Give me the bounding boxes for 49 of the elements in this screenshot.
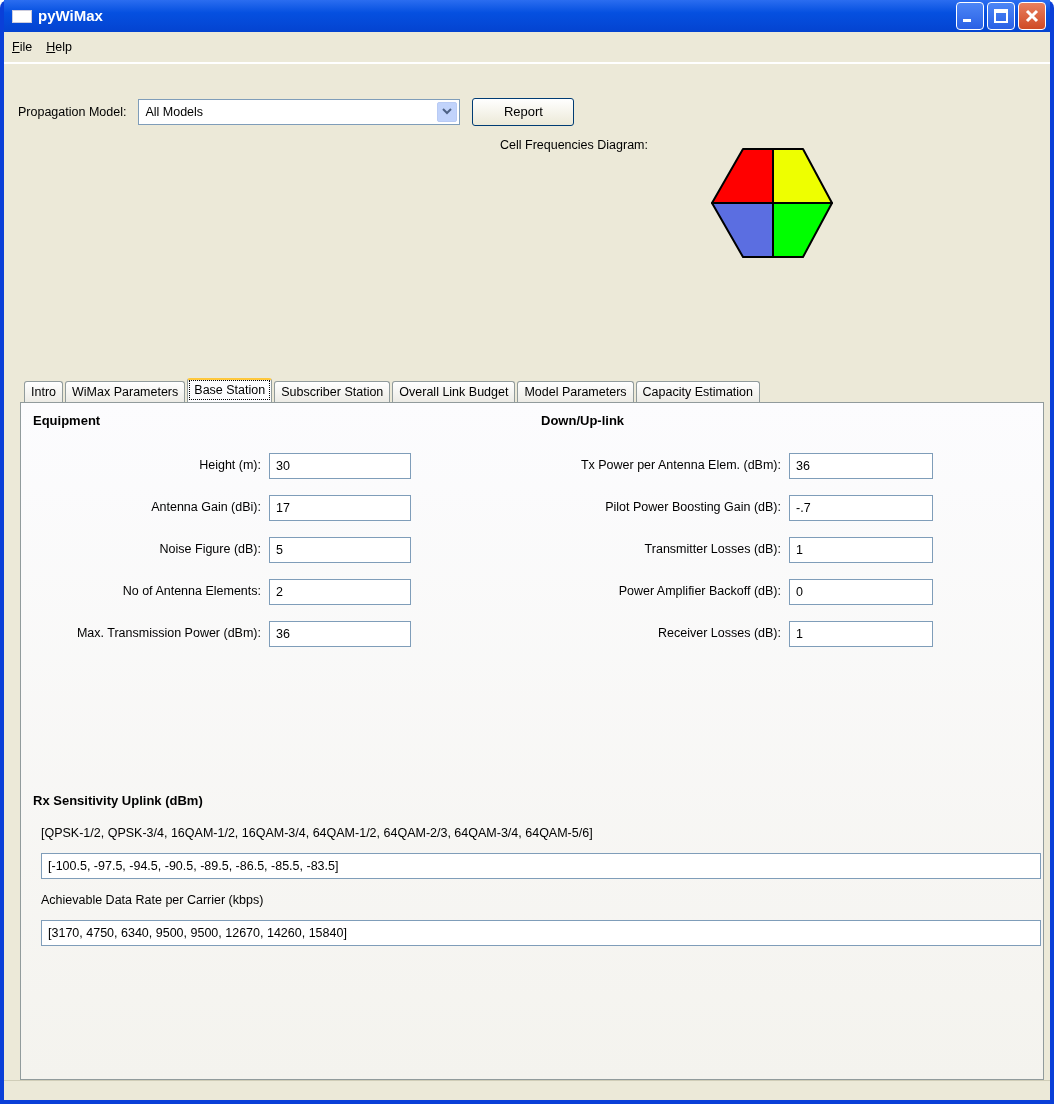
tab[interactable]: Intro [24, 381, 63, 402]
input-field[interactable]: 0 [789, 578, 933, 605]
field-label: Noise Figure (dB): [158, 541, 262, 559]
menu-item[interactable]: Help [46, 37, 72, 57]
section-heading: Down/Up-link [541, 412, 626, 430]
input-field[interactable]: 1 [789, 536, 933, 563]
tab[interactable]: WiMax Parameters [65, 381, 186, 402]
tab[interactable]: Capacity Estimation [635, 381, 760, 402]
modulation-list: [QPSK-1/2, QPSK-3/4, 16QAM-1/2, 16QAM-3/4, 64QAM-1/2, 64QAM-2/3, 64QAM-3/4, 64QAM-5/6] [41, 824, 1029, 843]
input-field[interactable]: 36 [269, 620, 411, 647]
report-button[interactable]: Report [472, 98, 575, 126]
field-label: Tx Power per Antenna Elem. (dBm): [579, 457, 782, 475]
field-label: Transmitter Losses (dB): [643, 541, 782, 559]
field-label: No of Antenna Elements: [121, 583, 262, 601]
field-label: Max. Transmission Power (dBm): [75, 625, 262, 643]
minimize-icon [963, 19, 971, 22]
input-field[interactable]: [3170, 4750, 6340, 9500, 9500, 12670, 14260, 15840] [41, 919, 1041, 946]
input-field[interactable]: 1 [789, 620, 933, 647]
close-icon [1024, 8, 1040, 24]
input-field[interactable]: [-100.5, -97.5, -94.5, -90.5, -89.5, -86.5, -85.5, -83.5] [41, 852, 1041, 879]
input-field[interactable]: 5 [269, 536, 411, 563]
app-window-icon [12, 9, 32, 23]
section-heading: Equipment [33, 412, 102, 430]
propagation-model-dropdown[interactable]: All Models [138, 99, 461, 125]
field-label: Pilot Power Boosting Gain (dB): [604, 499, 782, 517]
field-label: Achievable Data Rate per Carrier (kbps) [41, 891, 265, 909]
field-label: Height (m): [198, 457, 262, 475]
diagram-label: Cell Frequencies Diagram: [500, 137, 649, 154]
input-field[interactable]: 30 [269, 452, 411, 479]
tab[interactable]: Overall Link Budget [392, 381, 516, 402]
chevron-down-icon [442, 108, 453, 116]
maximize-button[interactable] [987, 2, 1015, 30]
section-heading: Rx Sensitivity Uplink (dBm) [33, 791, 204, 810]
window-title: pyWiMax [38, 5, 103, 26]
field-label: Antenna Gain (dBi): [150, 499, 262, 517]
input-field[interactable]: 36 [789, 452, 933, 479]
tab[interactable]: Subscriber Station [274, 381, 391, 402]
input-field[interactable]: 17 [269, 494, 411, 521]
propagation-model-label: Propagation Model: [18, 103, 127, 121]
input-field[interactable]: 2 [269, 578, 411, 605]
close-button[interactable] [1018, 2, 1046, 30]
tab[interactable]: Model Parameters [517, 381, 634, 402]
minimize-button[interactable] [956, 2, 984, 30]
tab[interactable]: Base Station [187, 378, 273, 402]
menu-item[interactable]: File [12, 37, 33, 57]
field-label: Power Amplifier Backoff (dB): [617, 583, 782, 601]
input-field[interactable]: -.7 [789, 494, 933, 521]
maximize-icon [993, 8, 1009, 24]
field-label: Receiver Losses (dB): [657, 625, 782, 643]
